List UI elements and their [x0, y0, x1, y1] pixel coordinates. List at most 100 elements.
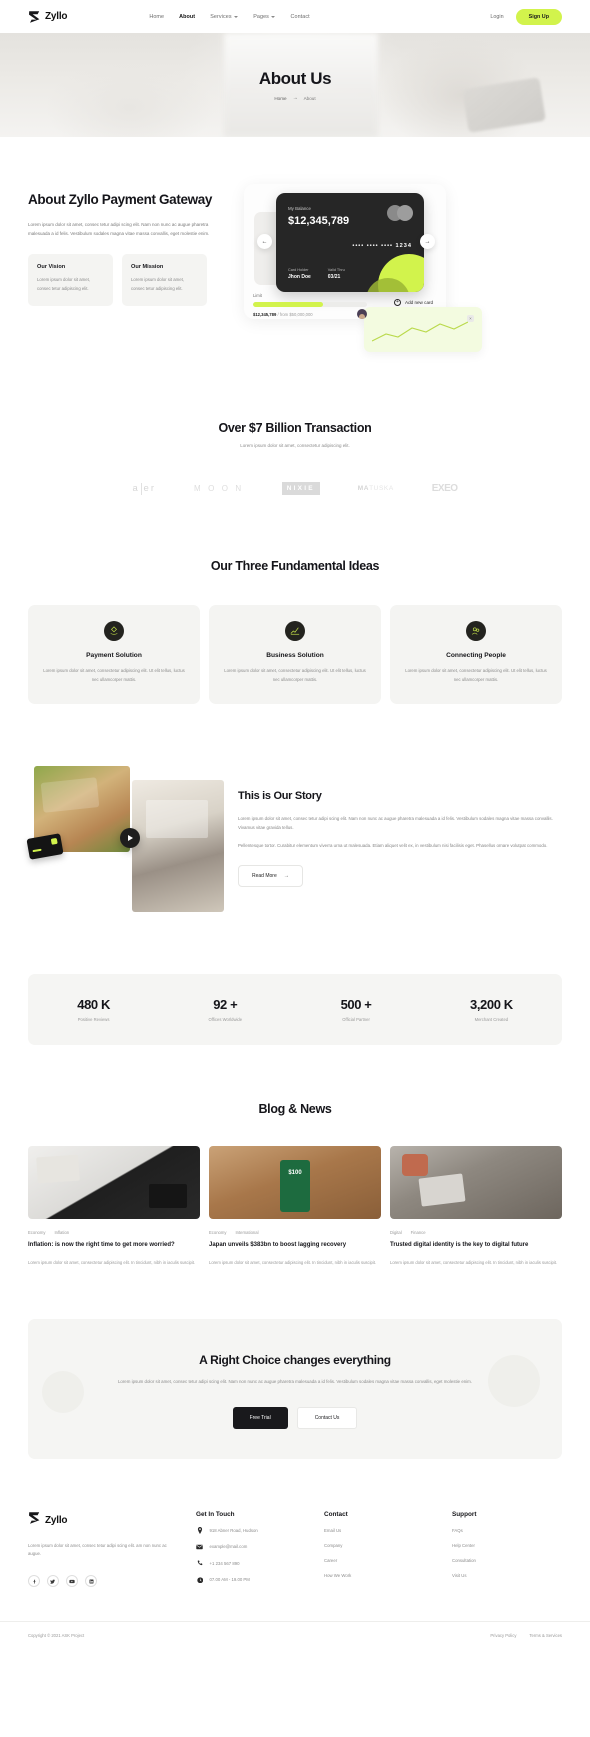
blog-excerpt: Lorem ipsum dolor sit amet, consectetur … [209, 1259, 377, 1265]
footer-link-visit-us[interactable]: Visit Us [452, 1573, 560, 1578]
footer-link-company[interactable]: Company [324, 1543, 432, 1548]
idea-text: Lorem ipsum dolor sit amet, consectetur … [224, 668, 366, 682]
zyllo-logo-icon [28, 1511, 41, 1530]
footer-phone[interactable]: +1 234 567 890 [196, 1560, 304, 1568]
blog-image [390, 1146, 562, 1220]
story-images [26, 766, 224, 916]
read-more-button[interactable]: Read More → [238, 865, 303, 888]
footer-logo[interactable]: Zyllo [28, 1511, 176, 1530]
card-holder-value: Jhon Doe [288, 274, 311, 280]
mission-text: Lorem ipsum dolor sit amet, consec tetur… [131, 277, 185, 291]
blog-image-amount: $100 [288, 1170, 302, 1177]
credit-card[interactable]: My Balance $12,345,789 •••• •••• •••• 12… [276, 193, 424, 292]
floating-card-graphic [26, 833, 64, 860]
footer-link-career[interactable]: Career [324, 1558, 432, 1563]
blog-excerpt: Lorem ipsum dolor sit amet, consectetur … [390, 1259, 558, 1265]
vision-mission-cards: Our Vision Lorem ipsum dolor sit amet, c… [28, 254, 228, 307]
blog-tag[interactable]: Economy [28, 1230, 45, 1235]
linkedin-icon[interactable] [85, 1575, 97, 1588]
limit-values: $12,345,789 / from $50,000,000 [253, 312, 373, 317]
privacy-policy-link[interactable]: Privacy Policy [490, 1633, 516, 1638]
blog-card[interactable]: Digital Finance Trusted digital identity… [390, 1146, 562, 1267]
blog-tag[interactable]: Digital [390, 1230, 402, 1235]
card-number: •••• •••• •••• 1234 [352, 243, 412, 249]
blog-headline[interactable]: Trusted digital identity is the key to d… [390, 1241, 562, 1251]
nav-label: Contact [290, 13, 310, 20]
ideas-cards: Payment Solution Lorem ipsum dolor sit a… [0, 605, 590, 705]
blog-tags: Economy Inflation [28, 1230, 200, 1235]
footer-item-text: example@mail.com [209, 1544, 248, 1550]
logo-exeo: EXEO [431, 483, 458, 494]
logo-aller: aer [132, 482, 156, 495]
partner-logos: aer M O O N NIXIE MA TUSKA EXEO [0, 482, 590, 495]
footer-address: 918 Abner Road, Hudson [196, 1526, 304, 1535]
footer-email[interactable]: example@mail.com [196, 1543, 304, 1551]
page-root: Zyllo Home About Services Pages Contact … [0, 0, 590, 1651]
footer-link-how-we-work[interactable]: How We Work [324, 1573, 432, 1578]
blog-card[interactable]: $100 Economy International Japan unveils… [209, 1146, 381, 1267]
story-paragraph-2: Pellentesque tortor. Curabitur elementum… [238, 843, 548, 849]
breadcrumb: Home → About [259, 95, 331, 101]
logo-aller-e: e [143, 483, 151, 494]
footer-brand-column: Zyllo Lorem ipsum dolor sit amet, consec… [28, 1511, 176, 1588]
blog-tags: Economy International [209, 1230, 381, 1235]
nav-item-pages[interactable]: Pages [253, 14, 276, 20]
close-icon[interactable]: × [467, 315, 474, 322]
breadcrumb-home[interactable]: Home [274, 96, 286, 101]
footer-link-email-us[interactable]: Email Us [324, 1528, 432, 1533]
facebook-icon[interactable] [28, 1575, 40, 1588]
brand-logo[interactable]: Zyllo [28, 10, 68, 24]
idea-title: Connecting People [446, 652, 506, 659]
next-card-button[interactable]: → [420, 234, 435, 249]
nav-item-about[interactable]: About [179, 14, 195, 20]
terms-services-link[interactable]: Terms & Services [529, 1633, 562, 1638]
mastercard-icon [387, 205, 413, 226]
valid-thru-block: Valid Thru 03/21 [328, 268, 345, 281]
logo-moon: M O O N [194, 484, 244, 493]
stat-number: 3,200 K [470, 997, 513, 1013]
nav-item-home[interactable]: Home [149, 14, 164, 20]
contact-us-button[interactable]: Contact Us [296, 1406, 358, 1429]
blog-tag[interactable]: International [235, 1230, 258, 1235]
login-link[interactable]: Login [490, 14, 503, 20]
vision-text: Lorem ipsum dolor sit amet, consec tetur… [37, 277, 91, 291]
read-more-label: Read More [252, 873, 277, 880]
nav-actions: Login Sign Up [490, 8, 562, 25]
idea-card-payment: Payment Solution Lorem ipsum dolor sit a… [28, 605, 200, 705]
nav-label: Home [149, 13, 165, 20]
blog-headline[interactable]: Inflation: is now the right time to get … [28, 1241, 200, 1251]
limit-used: $12,345,789 [253, 311, 277, 317]
stat-label: Merchant Created [474, 1017, 509, 1023]
mission-title: Our Mission [131, 264, 164, 271]
footer-link-help-center[interactable]: Help Center [452, 1543, 560, 1548]
signup-button[interactable]: Sign Up [515, 8, 562, 25]
twitter-icon[interactable] [47, 1575, 59, 1588]
blog-tags: Digital Finance [390, 1230, 562, 1235]
blog-card[interactable]: Economy Inflation Inflation: is now the … [28, 1146, 200, 1267]
prev-card-button[interactable]: ← [257, 234, 272, 249]
add-new-card-button[interactable]: + Add new card [394, 299, 433, 306]
zyllo-logo-icon [28, 10, 41, 24]
arrow-right-icon: → [283, 873, 289, 880]
footer-column-title: Support [452, 1510, 477, 1518]
blog-cards: Economy Inflation Inflation: is now the … [0, 1146, 590, 1267]
stat-offices-worldwide: 92 + Offices Worldwide [208, 997, 242, 1022]
payment-icon [104, 621, 124, 641]
nav-item-contact[interactable]: Contact [290, 14, 309, 20]
free-trial-button[interactable]: Free Trial [232, 1406, 288, 1429]
blog-tag[interactable]: Finance [411, 1230, 426, 1235]
blog-tag[interactable]: Inflation [54, 1230, 69, 1235]
idea-title: Payment Solution [86, 652, 142, 659]
mail-icon [196, 1543, 204, 1551]
footer-link-consultation[interactable]: Consultation [452, 1558, 560, 1563]
idea-title: Business Solution [266, 652, 324, 659]
card-holder-label: Card Holder [288, 267, 309, 272]
nav-item-services[interactable]: Services [210, 14, 239, 20]
youtube-icon[interactable] [66, 1575, 78, 1588]
blog-image: $100 [209, 1146, 381, 1220]
blog-tag[interactable]: Economy [209, 1230, 226, 1235]
footer-link-faqs[interactable]: FAQs [452, 1528, 560, 1533]
blog-headline[interactable]: Japan unveils $383bn to boost lagging re… [209, 1241, 381, 1251]
card-footer: Card Holder Jhon Doe Valid Thru 03/21 [288, 268, 345, 281]
arrow-right-icon: → [292, 95, 298, 101]
